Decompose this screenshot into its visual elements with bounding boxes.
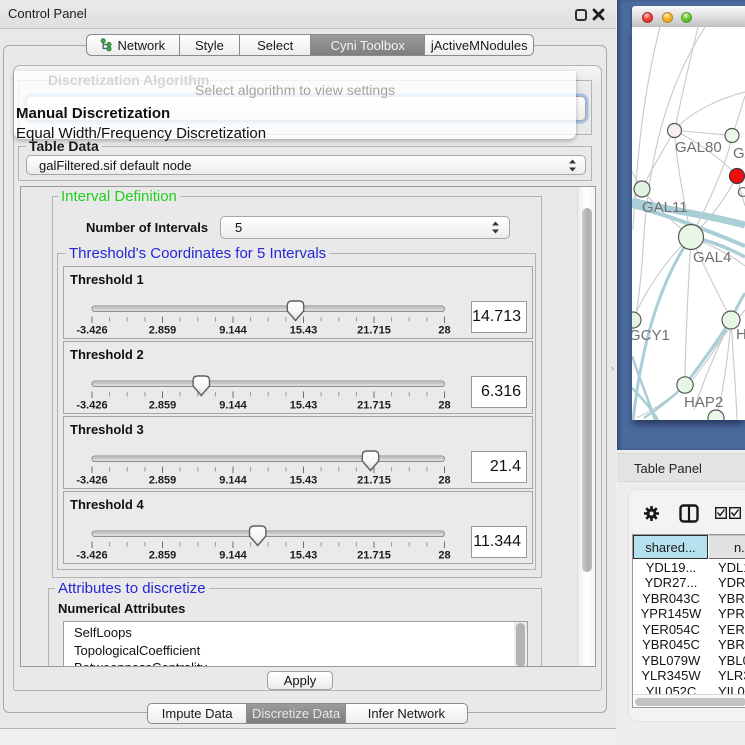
svg-text:15.43: 15.43 — [290, 325, 318, 337]
svg-text:21.715: 21.715 — [357, 550, 391, 562]
svg-text:9.144: 9.144 — [219, 475, 247, 487]
svg-text:C: C — [737, 184, 745, 201]
svg-text:2.859: 2.859 — [149, 325, 177, 337]
svg-text:28: 28 — [438, 400, 450, 412]
svg-text:28: 28 — [438, 475, 450, 487]
svg-text:2.859: 2.859 — [149, 475, 177, 487]
svg-text:21.715: 21.715 — [357, 475, 391, 487]
svg-text:H: H — [736, 326, 745, 343]
svg-text:GAL80: GAL80 — [675, 139, 722, 156]
svg-text:GAL11: GAL11 — [642, 199, 688, 216]
svg-text:-3.426: -3.426 — [76, 550, 107, 562]
svg-text:9.144: 9.144 — [219, 325, 247, 337]
svg-text:-3.426: -3.426 — [76, 475, 107, 487]
svg-text:-3.426: -3.426 — [76, 325, 107, 337]
svg-text:9.144: 9.144 — [219, 550, 247, 562]
svg-text:15.43: 15.43 — [290, 475, 318, 487]
svg-text:GCY1: GCY1 — [632, 327, 670, 344]
svg-text:15.43: 15.43 — [290, 550, 318, 562]
svg-text:-3.426: -3.426 — [76, 400, 107, 412]
svg-text:21.715: 21.715 — [357, 400, 391, 412]
svg-text:21.715: 21.715 — [357, 325, 391, 337]
svg-text:28: 28 — [438, 325, 450, 337]
svg-text:GAL4: GAL4 — [693, 249, 731, 266]
svg-text:9.144: 9.144 — [219, 400, 247, 412]
svg-text:HAP2: HAP2 — [684, 394, 723, 411]
svg-text:15.43: 15.43 — [290, 400, 318, 412]
svg-text:2.859: 2.859 — [149, 400, 177, 412]
svg-text:28: 28 — [438, 550, 450, 562]
svg-text:GA: GA — [733, 145, 745, 162]
svg-text:2.859: 2.859 — [149, 550, 177, 562]
